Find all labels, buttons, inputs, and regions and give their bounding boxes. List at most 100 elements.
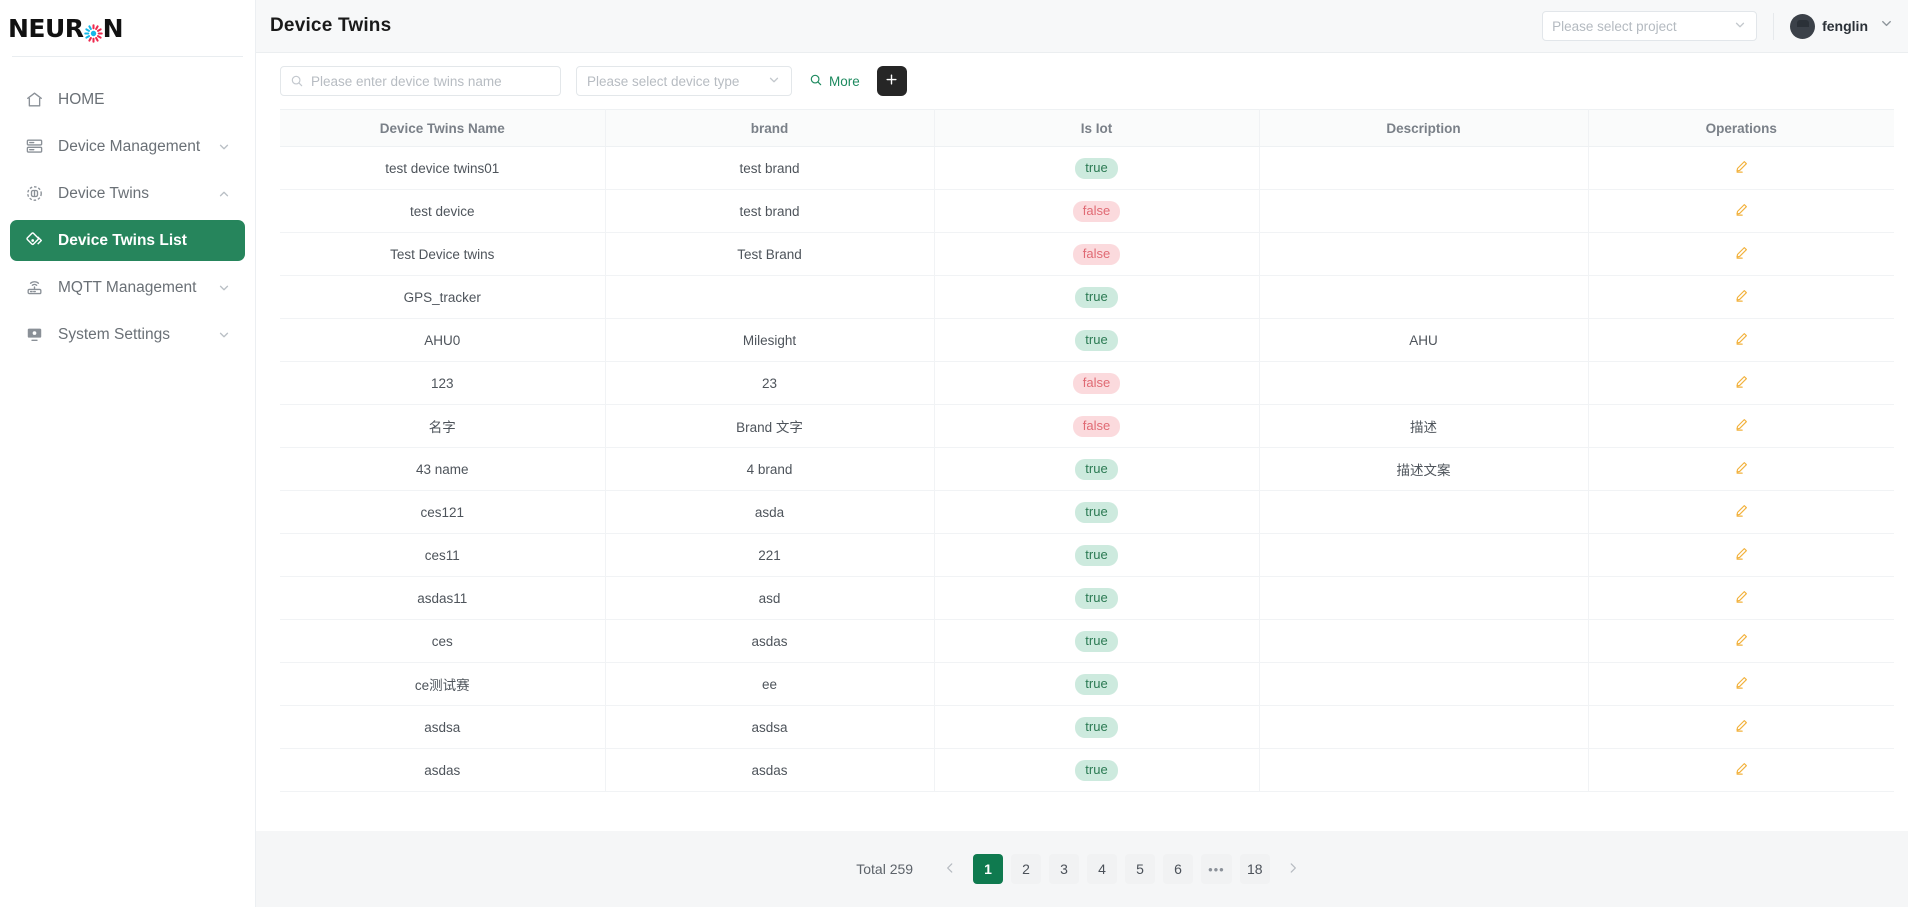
cell-description (1259, 490, 1589, 534)
sidebar-item-label: System Settings (58, 325, 170, 343)
add-device-twin-button[interactable] (876, 66, 907, 96)
sidebar-item-device-twins[interactable]: Device Twins (10, 173, 245, 214)
edit-pencil-icon[interactable] (1734, 245, 1749, 260)
cell-operations (1588, 361, 1894, 405)
cell-description: 描述 (1259, 404, 1589, 448)
sidebar-item-device-management[interactable]: Device Management (10, 126, 245, 167)
pagination-next-button[interactable] (1278, 854, 1308, 884)
cell-name: ces121 (280, 490, 606, 534)
table-row[interactable]: AHU0 Milesight true AHU (280, 318, 1894, 362)
search-input[interactable]: Please enter device twins name (280, 66, 561, 96)
edit-pencil-icon[interactable] (1734, 718, 1749, 733)
status-badge: false (1072, 372, 1121, 394)
table-row[interactable]: ces11 221 true (280, 533, 1894, 577)
status-badge: true (1075, 630, 1118, 652)
table-row[interactable]: asdas asdas true (280, 748, 1894, 792)
cell-brand: Brand 文字 (605, 404, 935, 448)
table-row[interactable]: test device test brand false (280, 189, 1894, 233)
sidebar-item-mqtt-management[interactable]: MQTT Management (10, 267, 245, 308)
column-header-is-iot: Is Iot (934, 109, 1260, 147)
sidebar-item-system-settings[interactable]: System Settings (10, 314, 245, 355)
pagination-page-6[interactable]: 6 (1163, 854, 1194, 884)
edit-pencil-icon[interactable] (1734, 761, 1749, 776)
more-filters-button[interactable]: More (807, 73, 862, 90)
pagination-ellipsis[interactable]: ••• (1201, 854, 1232, 884)
search-icon (290, 74, 304, 88)
cell-operations (1588, 146, 1894, 190)
starburst-icon (83, 20, 103, 43)
cell-brand: 4 brand (605, 447, 935, 491)
edit-pencil-icon[interactable] (1734, 460, 1749, 475)
pagination-page-3[interactable]: 3 (1049, 854, 1080, 884)
device-type-select[interactable]: Please select device type (576, 66, 792, 96)
edit-pencil-icon[interactable] (1734, 331, 1749, 346)
chevron-left-icon (943, 861, 957, 878)
table-row[interactable]: ces asdas true (280, 619, 1894, 663)
edit-pencil-icon[interactable] (1734, 632, 1749, 647)
server-icon (24, 136, 45, 157)
chevron-down-icon[interactable] (217, 328, 231, 342)
edit-pencil-icon[interactable] (1734, 374, 1749, 389)
sidebar-item-label: Device Twins List (58, 231, 187, 249)
edit-pencil-icon[interactable] (1734, 546, 1749, 561)
pagination-page-1[interactable]: 1 (973, 854, 1004, 884)
cell-name: asdsa (280, 705, 606, 749)
main-area: Device Twins Please select project fengl… (256, 0, 1908, 907)
pagination-total: Total 259 (856, 861, 914, 877)
status-badge: false (1072, 243, 1121, 265)
table-row[interactable]: 名字 Brand 文字 false 描述 (280, 404, 1894, 448)
cell-is-iot: true (934, 490, 1260, 534)
table-row[interactable]: ces121 asda true (280, 490, 1894, 534)
edit-pencil-icon[interactable] (1734, 288, 1749, 303)
sidebar-item-label: Device Twins (58, 184, 150, 202)
cell-description: AHU (1259, 318, 1589, 362)
edit-pencil-icon[interactable] (1734, 503, 1749, 518)
sidebar-item-home[interactable]: HOME (10, 79, 245, 120)
table-row[interactable]: ce测试赛 ee true (280, 662, 1894, 706)
device-twins-table: Device Twins Name brand Is Iot Descripti… (280, 109, 1894, 792)
status-badge: true (1075, 458, 1118, 480)
edit-pencil-icon[interactable] (1734, 159, 1749, 174)
project-select[interactable]: Please select project (1542, 11, 1758, 41)
cell-is-iot: true (934, 748, 1260, 792)
avatar (1790, 13, 1816, 39)
chevron-down-icon[interactable] (217, 281, 231, 295)
pagination: Total 259 1 2 3 4 5 6 ••• 18 (256, 831, 1908, 907)
edit-pencil-icon[interactable] (1734, 675, 1749, 690)
status-badge: true (1075, 501, 1118, 523)
sidebar-nav: HOME Device Management Device Twins Devi… (0, 57, 255, 355)
pagination-page-4[interactable]: 4 (1087, 854, 1118, 884)
content-panel: Please enter device twins name Please se… (256, 53, 1908, 907)
pagination-page-2[interactable]: 2 (1011, 854, 1042, 884)
cell-name: ces (280, 619, 606, 663)
table-row[interactable]: GPS_tracker true (280, 275, 1894, 319)
chevron-up-icon[interactable] (217, 187, 231, 201)
table-row[interactable]: 43 name 4 brand true 描述文案 (280, 447, 1894, 491)
pagination-prev-button[interactable] (935, 854, 965, 884)
edit-pencil-icon[interactable] (1734, 417, 1749, 432)
pagination-page-5[interactable]: 5 (1125, 854, 1156, 884)
chevron-down-icon[interactable] (217, 140, 231, 154)
pagination-page-18[interactable]: 18 (1239, 854, 1270, 884)
table-row[interactable]: 123 23 false (280, 361, 1894, 405)
column-header-description: Description (1259, 109, 1589, 147)
edit-pencil-icon[interactable] (1734, 202, 1749, 217)
cell-description (1259, 533, 1589, 577)
user-menu[interactable]: fenglin (1790, 13, 1894, 39)
table-row[interactable]: asdas11 asd true (280, 576, 1894, 620)
search-input-placeholder: Please enter device twins name (311, 73, 502, 89)
sidebar-item-device-twins-list[interactable]: Device Twins List (10, 220, 245, 261)
brand-logo[interactable]: NEUR N (0, 0, 255, 56)
cell-description (1259, 146, 1589, 190)
table-row[interactable]: Test Device twins Test Brand false (280, 232, 1894, 276)
table-row[interactable]: asdsa asdsa true (280, 705, 1894, 749)
edit-pencil-icon[interactable] (1734, 589, 1749, 604)
cell-operations (1588, 748, 1894, 792)
layers-diamond-icon (24, 230, 45, 251)
cell-operations (1588, 576, 1894, 620)
cell-is-iot: true (934, 318, 1260, 362)
cell-description (1259, 361, 1589, 405)
chevron-down-icon[interactable] (1879, 16, 1894, 36)
table-row[interactable]: test device twins01 test brand true (280, 146, 1894, 190)
cell-brand: 221 (605, 533, 935, 577)
